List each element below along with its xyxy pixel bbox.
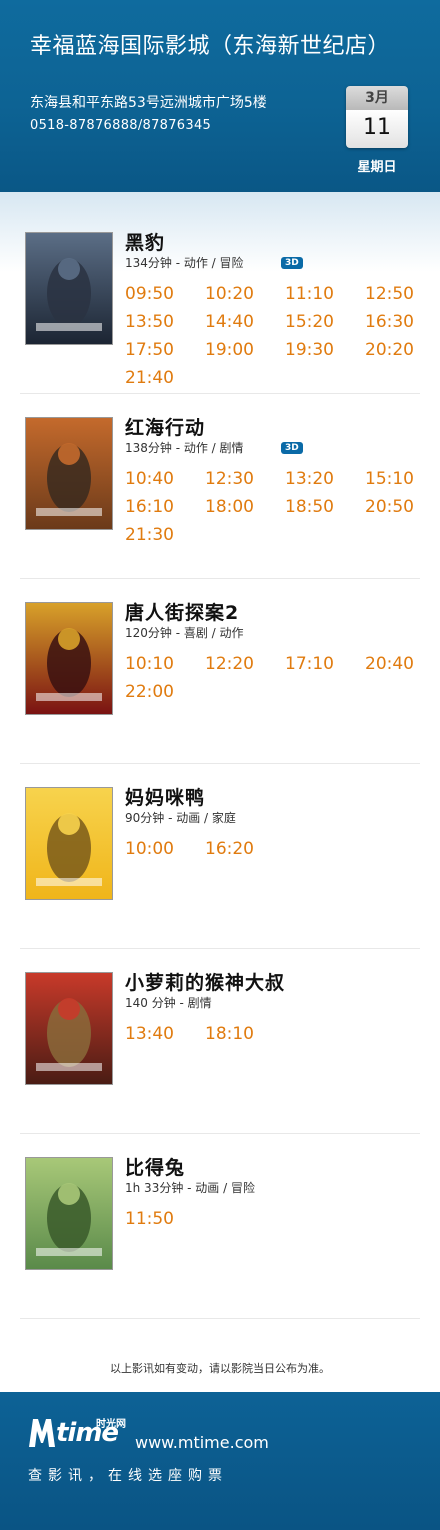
- movie-title[interactable]: 唐人街探案2: [125, 598, 239, 625]
- movie-title[interactable]: 红海行动: [125, 413, 205, 440]
- showtime[interactable]: 13:20: [285, 469, 334, 489]
- format-3d-badge: 3D: [281, 442, 303, 454]
- showtime[interactable]: 17:50: [125, 340, 174, 360]
- showtime[interactable]: 15:10: [365, 469, 414, 489]
- showtime[interactable]: 18:10: [205, 1024, 254, 1044]
- movie-meta: 120分钟 - 喜剧 / 动作: [125, 626, 244, 640]
- cinema-name: 幸福蓝海国际影城（东海新世纪店）: [30, 34, 391, 59]
- showtime[interactable]: 13:50: [125, 312, 174, 332]
- movie-title[interactable]: 黑豹: [125, 228, 165, 255]
- date-month: 3月: [346, 86, 408, 110]
- showtime[interactable]: 09:50: [125, 284, 174, 304]
- showtime[interactable]: 21:40: [125, 368, 174, 388]
- showtime[interactable]: 20:20: [365, 340, 414, 360]
- showtime[interactable]: 16:30: [365, 312, 414, 332]
- footer: [0, 1392, 440, 1530]
- showtime[interactable]: 11:10: [285, 284, 334, 304]
- format-3d-badge: 3D: [281, 257, 303, 269]
- date-weekday: 星期日: [357, 160, 397, 175]
- showtime[interactable]: 10:10: [125, 654, 174, 674]
- showtime[interactable]: 14:40: [205, 312, 254, 332]
- movie-meta: 1h 33分钟 - 动画 / 冒险: [125, 1181, 255, 1195]
- showtime[interactable]: 13:40: [125, 1024, 174, 1044]
- showtime[interactable]: 20:40: [365, 654, 414, 674]
- movie-meta: 90分钟 - 动画 / 家庭: [125, 811, 236, 825]
- showtime[interactable]: 16:20: [205, 839, 254, 859]
- showtime[interactable]: 16:10: [125, 497, 174, 517]
- showtime[interactable]: 18:00: [205, 497, 254, 517]
- showtime[interactable]: 10:00: [125, 839, 174, 859]
- movie-item[interactable]: 唐人街探案2 120分钟 - 喜剧 / 动作 10:10 12:20 17:10 20:4…: [20, 578, 420, 764]
- showtime[interactable]: 22:00: [125, 682, 174, 702]
- movie-poster[interactable]: [25, 972, 113, 1085]
- showtime[interactable]: 12:30: [205, 469, 254, 489]
- showtime[interactable]: 21:30: [125, 525, 174, 545]
- mtime-logo-cn: 时光网: [96, 1419, 126, 1430]
- showtime[interactable]: 10:40: [125, 469, 174, 489]
- movie-meta: 140 分钟 - 剧情: [125, 996, 212, 1010]
- showtime[interactable]: 20:50: [365, 497, 414, 517]
- calendar-date-icon: 3月 11: [346, 86, 408, 148]
- movie-meta: 134分钟 - 动作 / 冒险: [125, 256, 244, 270]
- cinema-phone: 0518-87876888/87876345: [30, 118, 212, 133]
- ticket-edge-bottom: [0, 1386, 440, 1400]
- movie-item[interactable]: 黑豹 134分钟 - 动作 / 冒险 3D 09:50 10:20 11:10 12:50 1…: [20, 208, 420, 394]
- showtime[interactable]: 11:50: [125, 1209, 174, 1229]
- date-day: 11: [346, 110, 408, 148]
- showtime[interactable]: 17:10: [285, 654, 334, 674]
- movie-item[interactable]: 妈妈咪鸭 90分钟 - 动画 / 家庭 10:00 16:20: [20, 763, 420, 949]
- showtime[interactable]: 19:00: [205, 340, 254, 360]
- showtime[interactable]: 10:20: [205, 284, 254, 304]
- movie-meta: 138分钟 - 动作 / 剧情: [125, 441, 244, 455]
- showtime[interactable]: 18:50: [285, 497, 334, 517]
- showtime[interactable]: 19:30: [285, 340, 334, 360]
- footer-slogan: 查影讯，在线选座购票: [28, 1468, 228, 1484]
- cinema-address: 东海县和平东路53号远洲城市广场5楼: [30, 95, 267, 111]
- movie-title[interactable]: 比得兔: [125, 1153, 185, 1180]
- movie-item[interactable]: 小萝莉的猴神大叔 140 分钟 - 剧情 13:40 18:10: [20, 948, 420, 1134]
- movie-title[interactable]: 妈妈咪鸭: [125, 783, 205, 810]
- movie-poster[interactable]: [25, 1157, 113, 1270]
- movie-poster[interactable]: [25, 787, 113, 900]
- showtime[interactable]: 15:20: [285, 312, 334, 332]
- cinema-header: 幸福蓝海国际影城（东海新世纪店） 东海县和平东路53号远洲城市广场5楼 0518…: [0, 0, 440, 192]
- mtime-website-link[interactable]: www.mtime.com: [135, 1433, 269, 1452]
- showtime[interactable]: 12:50: [365, 284, 414, 304]
- movie-title[interactable]: 小萝莉的猴神大叔: [125, 968, 285, 995]
- movie-poster[interactable]: [25, 602, 113, 715]
- schedule-notice: 以上影讯如有变动，请以影院当日公布为准。: [110, 1362, 330, 1375]
- movie-item[interactable]: 红海行动 138分钟 - 动作 / 剧情 3D 10:40 12:30 13:20 15:1…: [20, 393, 420, 579]
- movie-item[interactable]: 比得兔 1h 33分钟 - 动画 / 冒险 11:50: [20, 1133, 420, 1319]
- mtime-logo-icon[interactable]: [28, 1418, 56, 1448]
- movie-poster[interactable]: [25, 232, 113, 345]
- showtime[interactable]: 12:20: [205, 654, 254, 674]
- movie-poster[interactable]: [25, 417, 113, 530]
